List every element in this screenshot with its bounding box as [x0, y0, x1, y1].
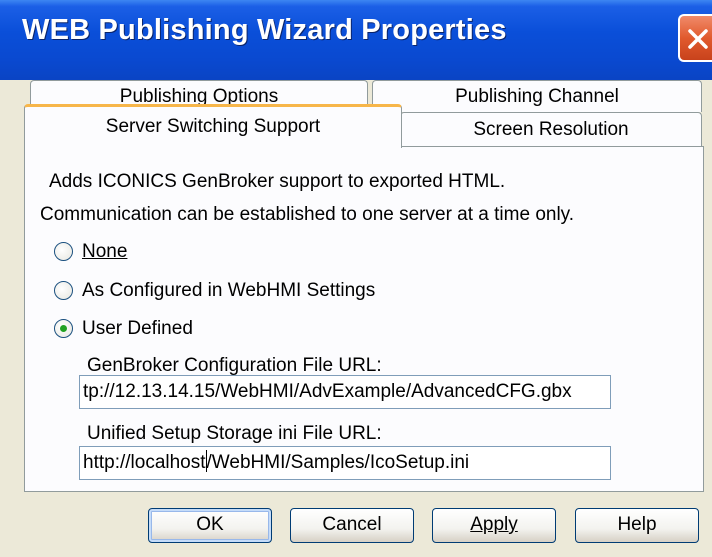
unified-url-value-part2: /WebHMI/Samples/IcoSetup.ini [206, 452, 470, 473]
radio-none-text: None [82, 241, 128, 262]
radio-selected-dot [60, 325, 67, 332]
tab-label: Publishing Channel [455, 86, 619, 107]
tab-server-switching-support[interactable]: Server Switching Support [24, 104, 402, 148]
tab-publishing-channel[interactable]: Publishing Channel [372, 80, 702, 112]
apply-button[interactable]: Apply [432, 508, 556, 543]
unified-setup-url-label: Unified Setup Storage ini File URL: [87, 423, 382, 444]
genbroker-url-field[interactable]: tp://12.13.14.15/WebHMI/AdvExample/Advan… [79, 375, 611, 409]
tab-panel: Adds ICONICS GenBroker support to export… [24, 146, 704, 492]
window-title: WEB Publishing Wizard Properties [22, 14, 507, 46]
properties-dialog: WEB Publishing Wizard Properties Publish… [0, 0, 712, 557]
description-line-1: Adds ICONICS GenBroker support to export… [49, 171, 506, 192]
description-line-2: Communication can be established to one … [40, 204, 575, 225]
tab-screen-resolution[interactable]: Screen Resolution [400, 112, 702, 146]
title-bar[interactable]: WEB Publishing Wizard Properties [0, 0, 712, 80]
radio-user-defined[interactable] [54, 319, 73, 338]
radio-as-configured-label[interactable]: As Configured in WebHMI Settings [82, 280, 375, 302]
unified-setup-url-field[interactable]: http://localhost/WebHMI/Samples/IcoSetup… [79, 446, 611, 480]
genbroker-url-label: GenBroker Configuration File URL: [87, 355, 382, 376]
cancel-button[interactable]: Cancel [290, 508, 414, 543]
help-button[interactable]: Help [575, 508, 699, 543]
tab-label: Server Switching Support [105, 116, 321, 137]
close-button[interactable] [678, 14, 712, 62]
radio-user-defined-label[interactable]: User Defined [82, 318, 193, 340]
unified-url-value-part1: http://localhost [83, 452, 206, 473]
radio-none[interactable] [54, 242, 73, 261]
radio-none-label[interactable]: None [82, 241, 127, 263]
radio-as-configured[interactable] [54, 281, 73, 300]
apply-button-label: Apply [470, 514, 518, 535]
close-icon [688, 29, 708, 49]
genbroker-url-value: tp://12.13.14.15/WebHMI/AdvExample/Advan… [83, 381, 572, 402]
tab-label: Screen Resolution [473, 119, 629, 140]
ok-button[interactable]: OK [148, 508, 272, 543]
